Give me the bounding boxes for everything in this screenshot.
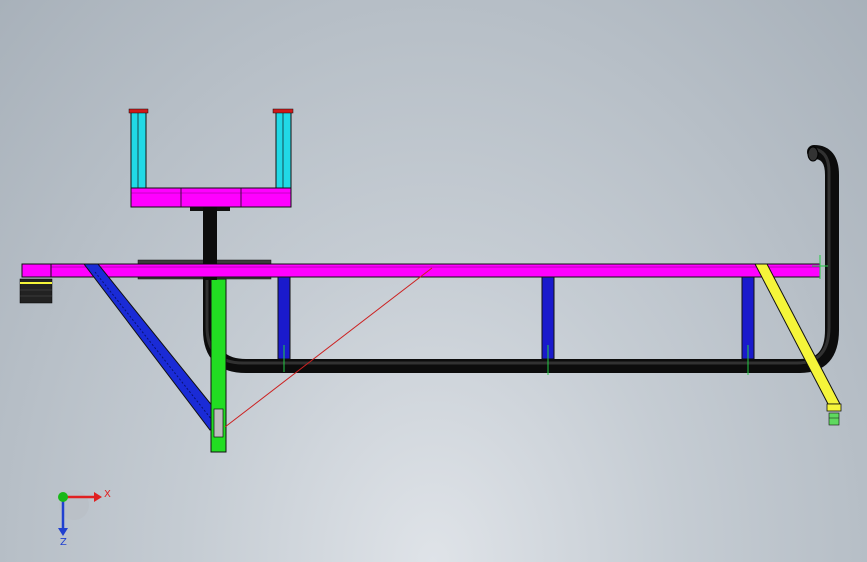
coordinate-triad: X Z [58,489,111,548]
x-axis-label: X [104,489,111,500]
cad-viewport[interactable]: X Z [0,0,867,562]
z-axis-label: Z [60,537,67,548]
y-axis-dot [58,492,68,502]
